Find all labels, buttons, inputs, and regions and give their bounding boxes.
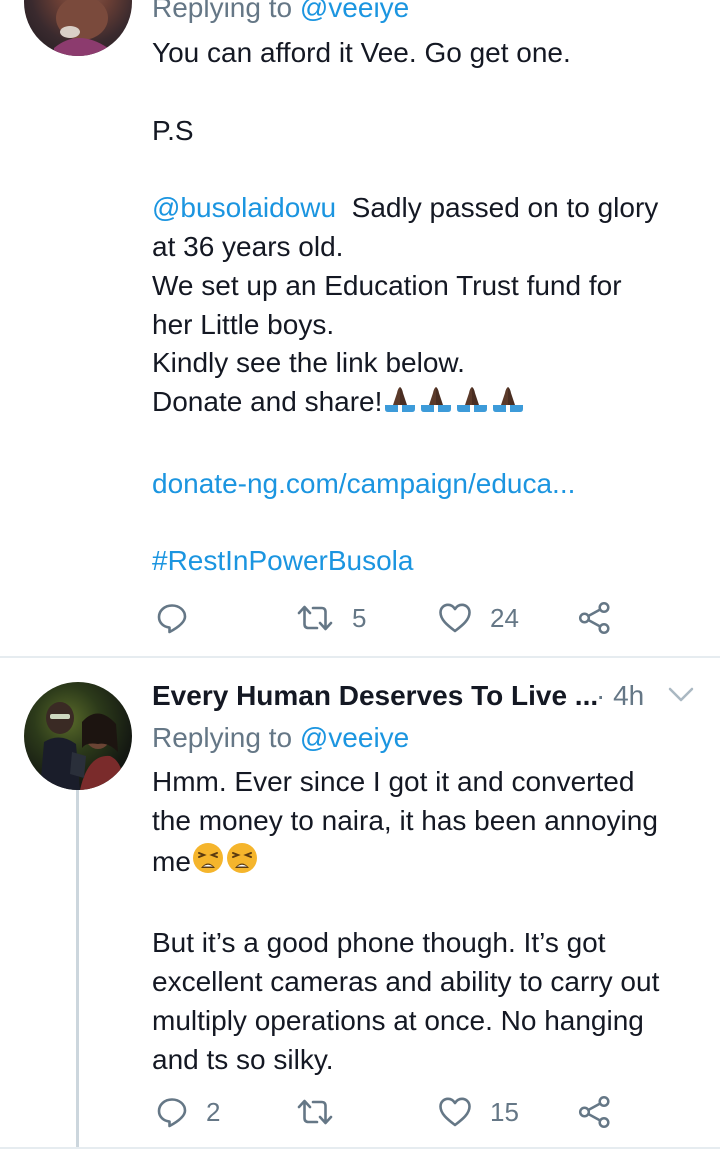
chevron-down-icon bbox=[668, 687, 694, 702]
heart-icon bbox=[439, 1097, 471, 1127]
text-line: donate-ng.com/campaign/educa... bbox=[152, 465, 712, 504]
text-line: @busolaidowu Sadly passed on to glory bbox=[152, 189, 712, 228]
weary-face-emoji bbox=[226, 842, 257, 873]
avatar[interactable] bbox=[24, 0, 132, 56]
thread-line bbox=[76, 790, 79, 1149]
reply-button[interactable] bbox=[156, 598, 188, 638]
replying-to: Replying to @veeiye bbox=[152, 0, 409, 24]
avatar-photo bbox=[40, 702, 124, 790]
share-icon bbox=[578, 601, 610, 635]
replying-handle-link[interactable]: @veeiye bbox=[300, 722, 409, 753]
text-line: #RestInPowerBusola bbox=[152, 542, 712, 581]
retweet-button[interactable]: 5 bbox=[296, 598, 366, 638]
hashtag-link[interactable]: #RestInPowerBusola bbox=[152, 545, 413, 576]
text-line: her Little boys. bbox=[152, 308, 335, 340]
text-line: me bbox=[152, 841, 712, 886]
text-line: You can afford it Vee. Go get one. bbox=[152, 37, 571, 68]
retweet-icon bbox=[297, 1099, 333, 1125]
reply-icon bbox=[157, 604, 187, 634]
retweet-icon bbox=[297, 605, 333, 631]
url-link[interactable]: donate-ng.com/campaign/educa... bbox=[152, 468, 575, 499]
weary-face-emoji bbox=[191, 841, 259, 886]
display-name[interactable]: Every Human Deserves To Live ... bbox=[152, 680, 598, 711]
text-line: P.S bbox=[152, 114, 194, 146]
heart-icon bbox=[439, 603, 471, 633]
timestamp[interactable]: · 4h bbox=[596, 680, 644, 712]
retweet-button[interactable] bbox=[296, 1092, 334, 1132]
praying-hands-emoji bbox=[493, 387, 524, 413]
praying-hands-emoji bbox=[385, 387, 416, 413]
tweet-text: You can afford it Vee. Go get one. P.S @… bbox=[152, 34, 712, 581]
text-line: Kindly see the link below. bbox=[152, 347, 465, 379]
reply-icon bbox=[157, 1098, 187, 1128]
reply-button[interactable]: 2 bbox=[156, 1092, 220, 1132]
text-line: multiply operations at once. No hanging bbox=[152, 1004, 644, 1036]
tweet-1[interactable]: Replying to @veeiye You can afford it Ve… bbox=[0, 0, 720, 656]
reply-count: 2 bbox=[206, 1096, 221, 1127]
tweet-text: Hmm. Ever since I got it and converted t… bbox=[152, 763, 712, 1079]
text-span: Donate and share! bbox=[152, 386, 383, 418]
avatar[interactable] bbox=[24, 682, 132, 790]
text-line: excellent cameras and ability to carry o… bbox=[152, 965, 660, 997]
tweet-actions: 5 24 bbox=[152, 598, 622, 638]
share-icon bbox=[578, 1095, 610, 1129]
replying-handle-link[interactable]: @veeiye bbox=[300, 0, 409, 23]
avatar-photo bbox=[54, 0, 108, 56]
text-span: Sadly passed on to glory bbox=[336, 192, 659, 224]
tweet-menu-button[interactable] bbox=[667, 686, 695, 709]
share-button[interactable] bbox=[578, 1092, 612, 1132]
like-count: 24 bbox=[490, 602, 519, 633]
praying-hands-emoji bbox=[382, 385, 526, 426]
share-button[interactable] bbox=[578, 598, 612, 638]
text-line: We set up an Education Trust fund for bbox=[152, 269, 622, 301]
replying-label: Replying to bbox=[152, 722, 293, 753]
praying-hands-emoji bbox=[421, 387, 452, 413]
text-line: the money to naira, it has been annoying bbox=[152, 804, 658, 836]
replying-label: Replying to bbox=[152, 0, 293, 23]
text-line: Donate and share! bbox=[152, 383, 712, 426]
tweet-header: Every Human Deserves To Live ... · 4h bbox=[152, 680, 712, 716]
praying-hands-emoji bbox=[457, 387, 488, 413]
text-line: But it’s a good phone though. It’s got bbox=[152, 927, 606, 959]
mention-link[interactable]: @busolaidowu bbox=[152, 192, 336, 223]
text-line: and ts so silky. bbox=[152, 1043, 334, 1075]
text-line: Hmm. Ever since I got it and converted bbox=[152, 766, 635, 797]
like-count: 15 bbox=[490, 1096, 519, 1127]
like-button[interactable]: 24 bbox=[438, 598, 519, 638]
text-line: at 36 years old. bbox=[152, 230, 344, 262]
text-span: me bbox=[152, 845, 191, 877]
like-button[interactable]: 15 bbox=[438, 1092, 519, 1132]
replying-to: Replying to @veeiye bbox=[152, 722, 409, 754]
retweet-count: 5 bbox=[352, 602, 367, 633]
tweet-actions: 2 15 bbox=[152, 1092, 622, 1132]
weary-face-emoji bbox=[192, 842, 223, 873]
